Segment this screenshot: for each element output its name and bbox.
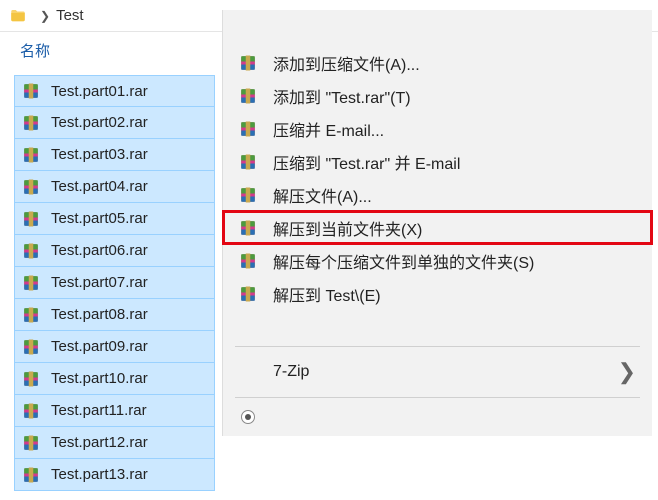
file-item[interactable]: Test.part07.rar <box>14 267 215 299</box>
menu-item-label: 解压文件(A)... <box>273 183 372 207</box>
rar-archive-icon <box>21 465 41 485</box>
menu-item[interactable]: 解压文件(A)... <box>223 178 652 211</box>
rar-archive-icon <box>237 85 259 107</box>
rar-archive-icon <box>21 401 41 421</box>
rar-archive-icon <box>21 433 41 453</box>
file-item[interactable]: Test.part05.rar <box>14 203 215 235</box>
menu-item-label: 压缩并 E-mail... <box>273 117 384 141</box>
file-name: Test.part05.rar <box>51 210 148 227</box>
submenu-7zip[interactable]: 7-Zip ❯ <box>223 353 652 391</box>
rar-archive-icon <box>21 177 41 197</box>
column-header-name[interactable]: 名称 <box>14 40 215 61</box>
menu-item[interactable]: 添加到 "Test.rar"(T) <box>223 79 652 112</box>
folder-icon <box>8 6 28 26</box>
file-name: Test.part04.rar <box>51 178 148 195</box>
file-item[interactable]: Test.part12.rar <box>14 427 215 459</box>
menu-item[interactable]: 解压到当前文件夹(X) <box>223 211 652 244</box>
rar-archive-icon <box>21 113 41 133</box>
rar-archive-icon <box>237 283 259 305</box>
file-item[interactable]: Test.part01.rar <box>14 75 215 107</box>
file-item[interactable]: Test.part04.rar <box>14 171 215 203</box>
rar-archive-icon <box>237 52 259 74</box>
rar-archive-icon <box>21 145 41 165</box>
file-item[interactable]: Test.part09.rar <box>14 331 215 363</box>
file-list: Test.part01.rar Test.part02.rar Test.part0… <box>14 75 215 491</box>
file-name: Test.part01.rar <box>51 83 148 100</box>
menu-item-label: 解压到 Test\(E) <box>273 282 381 306</box>
menu-item-label: 添加到 "Test.rar"(T) <box>273 84 411 108</box>
file-item[interactable]: Test.part11.rar <box>14 395 215 427</box>
file-list-pane: 名称 Test.part01.rarTest.part02.rarTest.pa… <box>0 32 215 500</box>
menu-item[interactable]: 压缩到 "Test.rar" 并 E-mail <box>223 145 652 178</box>
file-name: Test.part11.rar <box>51 402 147 419</box>
rar-archive-icon <box>237 184 259 206</box>
rar-archive-icon <box>21 337 41 357</box>
menu-item[interactable]: 添加到压缩文件(A)... <box>223 46 652 79</box>
file-item[interactable]: Test.part10.rar <box>14 363 215 395</box>
menu-item[interactable]: 压缩并 E-mail... <box>223 112 652 145</box>
breadcrumb-folder[interactable]: Test <box>56 7 84 24</box>
rar-archive-icon <box>21 369 41 389</box>
file-name: Test.part02.rar <box>51 114 148 131</box>
file-name: Test.part07.rar <box>51 274 148 291</box>
file-name: Test.part03.rar <box>51 146 148 163</box>
file-name: Test.part06.rar <box>51 242 148 259</box>
file-item[interactable]: Test.part02.rar <box>14 107 215 139</box>
context-menu: 添加到压缩文件(A)... 添加到 "Test.rar"(T) 压缩并 E-mail… <box>222 10 652 436</box>
menu-item[interactable]: 解压每个压缩文件到单独的文件夹(S) <box>223 244 652 277</box>
rar-archive-icon <box>237 217 259 239</box>
file-item[interactable]: Test.part06.rar <box>14 235 215 267</box>
submenu-label: 7-Zip <box>273 363 309 381</box>
rar-archive-icon <box>21 209 41 229</box>
rar-archive-icon <box>21 241 41 261</box>
menu-item-label: 解压每个压缩文件到单独的文件夹(S) <box>273 249 534 273</box>
rar-archive-icon <box>237 250 259 272</box>
menu-item-label: 添加到压缩文件(A)... <box>273 51 420 75</box>
menu-item[interactable]: 解压到 Test\(E) <box>223 277 652 310</box>
file-name: Test.part09.rar <box>51 338 148 355</box>
radio-icon <box>241 410 255 424</box>
file-item[interactable]: Test.part03.rar <box>14 139 215 171</box>
file-item[interactable]: Test.part13.rar <box>14 459 215 491</box>
file-name: Test.part13.rar <box>51 466 148 483</box>
rar-archive-icon <box>237 118 259 140</box>
file-name: Test.part08.rar <box>51 306 148 323</box>
radio-option[interactable] <box>223 404 652 430</box>
menu-divider <box>235 346 640 347</box>
rar-archive-icon <box>21 305 41 325</box>
menu-item-label: 压缩到 "Test.rar" 并 E-mail <box>273 150 460 174</box>
menu-divider <box>235 397 640 398</box>
file-name: Test.part10.rar <box>51 370 148 387</box>
chevron-right-icon: ❯ <box>618 359 636 385</box>
rar-archive-icon <box>21 273 41 293</box>
menu-item-label: 解压到当前文件夹(X) <box>273 216 422 240</box>
rar-archive-icon <box>237 151 259 173</box>
chevron-right-icon: ❯ <box>40 9 50 23</box>
rar-archive-icon <box>21 81 41 101</box>
file-name: Test.part12.rar <box>51 434 148 451</box>
file-item[interactable]: Test.part08.rar <box>14 299 215 331</box>
